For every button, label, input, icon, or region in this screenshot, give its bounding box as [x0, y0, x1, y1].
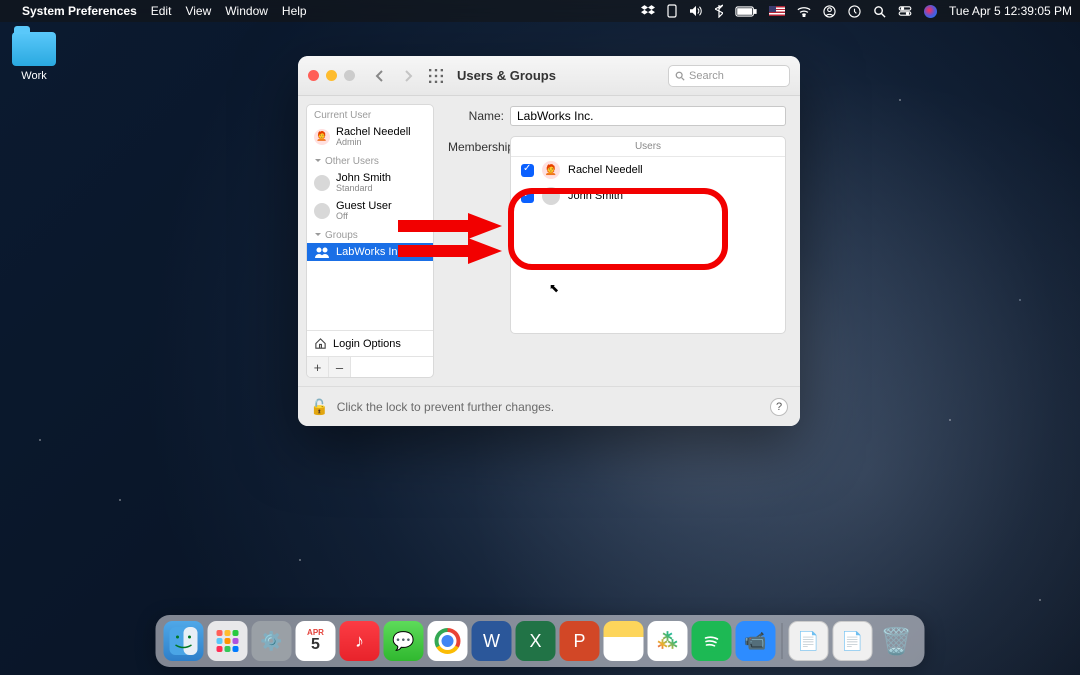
other-users-section-label[interactable]: Other Users	[307, 151, 433, 169]
window-title: Users & Groups	[457, 68, 556, 83]
users-and-groups-window: Users & Groups Search Current User 🧑‍🦰 R…	[298, 56, 800, 426]
current-user-section-label: Current User	[307, 105, 433, 123]
desktop-folder-label: Work	[12, 70, 56, 82]
login-options-label: Login Options	[333, 338, 401, 350]
input-source-flag-icon[interactable]	[769, 6, 785, 16]
dock-zoom[interactable]: 📹	[736, 621, 776, 661]
user-icon[interactable]	[823, 5, 836, 18]
dock-separator	[782, 623, 783, 659]
menu-help[interactable]: Help	[282, 4, 307, 18]
menubar-datetime[interactable]: Tue Apr 5 12:39:05 PM	[949, 4, 1072, 18]
back-button[interactable]	[369, 65, 391, 87]
avatar	[542, 187, 560, 205]
membership-row-rachel[interactable]: 🧑‍🦰 Rachel Needell	[511, 157, 785, 183]
avatar: 🧑‍🦰	[542, 161, 560, 179]
groups-section-label[interactable]: Groups	[307, 225, 433, 243]
user-role: Admin	[336, 138, 411, 148]
dock-excel[interactable]: X	[516, 621, 556, 661]
member-checkbox[interactable]	[521, 164, 534, 177]
spotlight-icon[interactable]	[873, 5, 886, 18]
desktop-folder-work[interactable]: Work	[12, 32, 56, 82]
folder-icon	[12, 32, 56, 66]
menu-edit[interactable]: Edit	[151, 4, 172, 18]
chevron-down-icon	[314, 231, 322, 239]
user-role: Off	[336, 212, 392, 222]
dock-music[interactable]: ♪	[340, 621, 380, 661]
dock-trash[interactable]: 🗑️	[877, 621, 917, 661]
app-menu[interactable]: System Preferences	[22, 4, 137, 18]
dock: ⚙️ APR5 ♪ 💬 W X P ⁂ 📹 📄 📄 🗑️	[156, 615, 925, 667]
dock-spotify[interactable]	[692, 621, 732, 661]
window-footer: 🔓 Click the lock to prevent further chan…	[298, 386, 800, 426]
menu-bar: System Preferences Edit View Window Help…	[0, 0, 1080, 22]
dock-file-1[interactable]: 📄	[789, 621, 829, 661]
device-icon[interactable]	[667, 4, 677, 18]
membership-row-john[interactable]: John Smith	[511, 183, 785, 209]
avatar	[314, 175, 330, 191]
window-titlebar[interactable]: Users & Groups Search	[298, 56, 800, 96]
avatar: 🧑‍🦰	[314, 129, 330, 145]
volume-icon[interactable]	[689, 5, 703, 17]
users-sidebar: Current User 🧑‍🦰 Rachel Needell Admin Ot…	[306, 104, 434, 378]
group-name: LabWorks Inc.	[336, 246, 406, 258]
groups-text: Groups	[325, 230, 358, 241]
control-center-icon[interactable]	[898, 6, 912, 16]
dock-finder[interactable]	[164, 621, 204, 661]
lock-icon[interactable]: 🔓	[310, 398, 329, 416]
name-label: Name:	[448, 109, 504, 123]
mouse-cursor-icon: ⬉	[549, 281, 559, 295]
lock-text: Click the lock to prevent further change…	[337, 400, 554, 414]
siri-icon[interactable]	[924, 5, 937, 18]
group-icon	[314, 246, 330, 258]
search-placeholder: Search	[689, 70, 724, 82]
other-users-text: Other Users	[325, 156, 379, 167]
dock-file-2[interactable]: 📄	[833, 621, 873, 661]
users-column-header: Users	[511, 137, 785, 157]
avatar	[314, 203, 330, 219]
member-name: John Smith	[568, 190, 623, 202]
dock-notes[interactable]	[604, 621, 644, 661]
dock-system-preferences[interactable]: ⚙️	[252, 621, 292, 661]
wifi-icon[interactable]	[797, 6, 811, 17]
group-name-input[interactable]	[510, 106, 786, 126]
sidebar-group-labworks[interactable]: LabWorks Inc.	[307, 243, 433, 261]
help-button[interactable]: ?	[770, 398, 788, 416]
membership-table: Users 🧑‍🦰 Rachel Needell John Smith	[510, 136, 786, 334]
sidebar-user-guest[interactable]: Guest User Off	[307, 197, 433, 225]
sidebar-current-user[interactable]: 🧑‍🦰 Rachel Needell Admin	[307, 123, 433, 151]
dock-calendar[interactable]: APR5	[296, 621, 336, 661]
home-icon	[314, 337, 327, 350]
sidebar-user-john[interactable]: John Smith Standard	[307, 169, 433, 197]
dock-chrome[interactable]	[428, 621, 468, 661]
member-checkbox[interactable]	[521, 190, 534, 203]
menu-view[interactable]: View	[185, 4, 211, 18]
add-button[interactable]: +	[307, 357, 329, 377]
member-name: Rachel Needell	[568, 164, 643, 176]
remove-button[interactable]: –	[329, 357, 351, 377]
battery-icon[interactable]	[735, 6, 757, 17]
group-detail-pane: Name: Membership: Users 🧑‍🦰 Rachel Neede…	[442, 96, 800, 386]
user-role: Standard	[336, 184, 391, 194]
menu-window[interactable]: Window	[225, 4, 268, 18]
dock-messages[interactable]: 💬	[384, 621, 424, 661]
calendar-day: 5	[311, 637, 320, 653]
minimize-button[interactable]	[326, 70, 337, 81]
show-all-button[interactable]	[425, 65, 447, 87]
login-options[interactable]: Login Options	[307, 331, 433, 356]
forward-button[interactable]	[397, 65, 419, 87]
close-button[interactable]	[308, 70, 319, 81]
dock-word[interactable]: W	[472, 621, 512, 661]
dock-powerpoint[interactable]: P	[560, 621, 600, 661]
chevron-down-icon	[314, 157, 322, 165]
search-icon	[675, 71, 685, 81]
bluetooth-icon[interactable]	[715, 4, 723, 18]
dock-launchpad[interactable]	[208, 621, 248, 661]
search-input[interactable]: Search	[668, 65, 790, 87]
zoom-button[interactable]	[344, 70, 355, 81]
dock-slack[interactable]: ⁂	[648, 621, 688, 661]
dropbox-icon[interactable]	[641, 5, 655, 17]
membership-label: Membership:	[448, 140, 504, 154]
clock-icon[interactable]	[848, 5, 861, 18]
